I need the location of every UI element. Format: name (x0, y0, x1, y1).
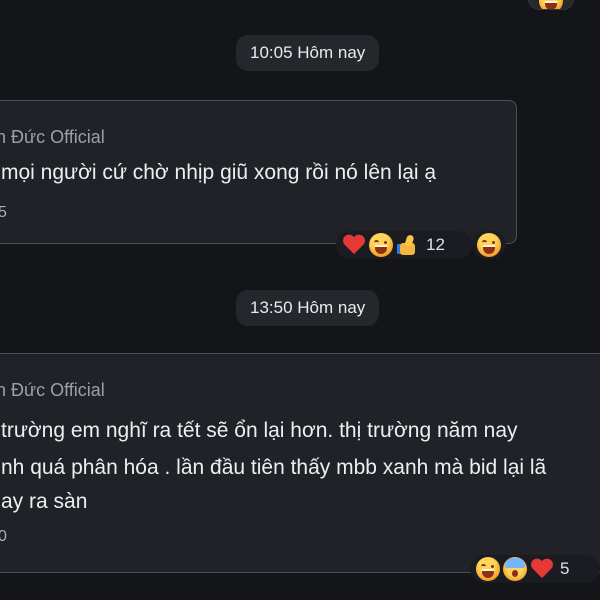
message-text-line: ay ra sàn (1, 490, 88, 513)
laugh-emoji-icon (539, 0, 563, 9)
reaction-bar[interactable]: 12 (336, 231, 472, 259)
sender-name: ăn Đức Official (0, 380, 105, 400)
reaction-chip[interactable] (472, 231, 506, 259)
message-content: ăn Đức Official mọi người cứ chờ nhịp gi… (0, 101, 516, 243)
heart-emoji-icon (342, 234, 366, 256)
thumbs-up-emoji-icon (396, 233, 420, 257)
heart-emoji-icon (530, 558, 554, 580)
date-divider-label: 13:50 Hôm nay (250, 298, 366, 317)
laugh-emoji-icon (476, 557, 500, 581)
message-time: 5 (0, 204, 7, 221)
message-text-line: trường em nghĩ ra tết sẽ ổn lại hơn. thị… (1, 419, 518, 442)
reaction-count: 5 (560, 559, 570, 578)
message-text-line: nh quá phân hóa . lần đầu tiên thấy mbb … (1, 456, 547, 479)
reaction-bar[interactable]: 5 (470, 555, 600, 583)
date-divider-label: 10:05 Hôm nay (250, 43, 366, 62)
chat-view: 10:05 Hôm nay ăn Đức Official mọi người … (0, 0, 600, 600)
top-reaction-chip[interactable] (528, 0, 574, 10)
date-divider: 13:50 Hôm nay (236, 290, 380, 326)
laugh-emoji-icon (477, 233, 501, 257)
fear-emoji-icon (503, 557, 527, 581)
message-text-line: mọi người cứ chờ nhịp giũ xong rồi nó lê… (1, 161, 437, 184)
message-time: 0 (0, 528, 7, 545)
laugh-emoji-icon (369, 233, 393, 257)
reaction-count: 12 (426, 235, 445, 254)
date-divider: 10:05 Hôm nay (236, 35, 380, 71)
sender-name: ăn Đức Official (0, 127, 105, 147)
message-content: ăn Đức Official trường em nghĩ ra tết sẽ… (0, 354, 600, 572)
message-bubble[interactable]: ăn Đức Official mọi người cứ chờ nhịp gi… (0, 100, 517, 244)
message-bubble[interactable]: ăn Đức Official trường em nghĩ ra tết sẽ… (0, 353, 600, 573)
